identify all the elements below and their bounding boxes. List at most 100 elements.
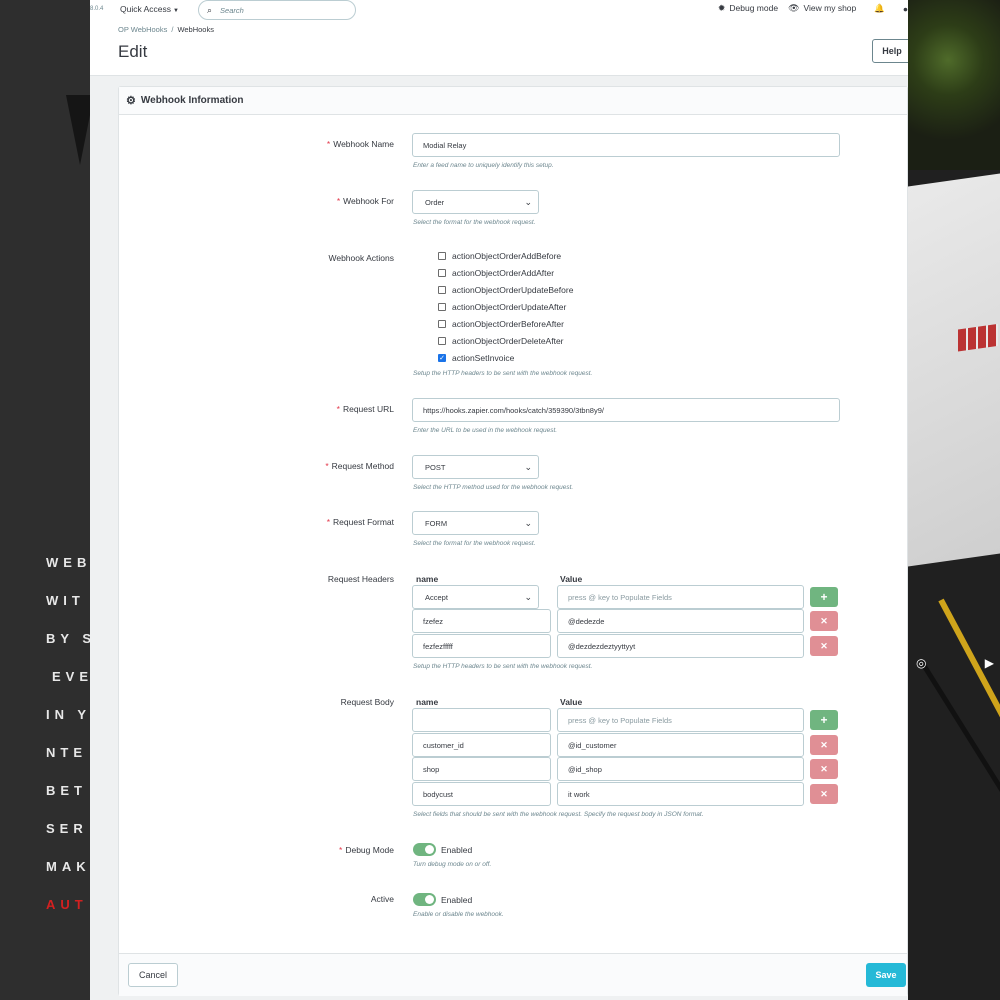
top-right-actions: ✹ Debug mode 👁 View my shop 🔔 ● [718,3,908,14]
debug-mode-link[interactable]: ✹ Debug mode [718,3,778,14]
background-word: BET [46,783,87,798]
webhook-actions-help: Setup the HTTP headers to be sent with t… [413,370,593,377]
request-method-label: * Request Method [325,461,394,471]
background-word: WEB [46,555,90,570]
webhook-action-checkbox[interactable]: actionObjectOrderAddBefore [438,251,561,261]
webhook-action-label: actionObjectOrderUpdateAfter [452,302,567,312]
body-value-column: Value [560,697,583,707]
checkbox-icon[interactable] [438,286,446,294]
instagram-icon: ◎ [916,656,927,670]
body-value-input[interactable]: it work [557,782,804,806]
request-method-help: Select the HTTP method used for the webh… [413,484,574,491]
request-url-help: Enter the URL to be used in the webhook … [413,427,558,434]
breadcrumb-item[interactable]: OP WebHooks [118,25,167,34]
view-shop-label: View my shop [803,3,857,13]
notifications-bell-icon[interactable]: 🔔 [874,3,885,14]
request-url-label: * Request URL [336,404,394,414]
header-name-input[interactable]: fzefez [412,609,551,633]
request-method-select[interactable]: POST ⌄ [412,455,539,479]
checkbox-icon[interactable] [438,252,446,260]
webhook-for-help: Select the format for the webhook reques… [413,219,536,226]
active-toggle[interactable] [413,893,436,906]
remove-header-button[interactable]: ✕ [810,636,838,656]
background-right-photo: ◎ ▶ [908,0,1000,1000]
background-word: NTE [46,745,87,760]
remove-body-field-button[interactable]: ✕ [810,784,838,804]
active-label: Active [370,894,394,904]
header-value-input[interactable]: @dezdezdeztyyttyyt [557,634,804,658]
paper-image [908,173,1000,567]
remove-header-button[interactable]: ✕ [810,611,838,631]
webhook-action-label: actionObjectOrderUpdateBefore [452,285,574,295]
debug-mode-help: Turn debug mode on or off. [413,861,492,868]
cogs-icon: ⚙ [126,95,136,107]
headers-name-column: name [416,574,439,584]
background-word: MAK [46,859,90,874]
body-name-input[interactable]: customer_id [412,733,551,757]
body-name-input[interactable]: shop [412,757,551,781]
search-icon: ⌕ [207,4,213,15]
headers-value-column: Value [560,574,583,584]
webhook-for-select[interactable]: Order ⌄ [412,190,539,214]
quick-access-dropdown[interactable]: Quick Access ▼ [120,4,179,14]
request-body-label: Request Body [340,697,394,707]
webhook-action-checkbox[interactable]: actionObjectOrderAddAfter [438,268,554,278]
form-footer: Cancel Save [119,953,907,996]
page-title: Edit [118,42,148,61]
cancel-button[interactable]: Cancel [128,963,178,987]
debug-mode-toggle[interactable] [413,843,436,856]
checkbox-icon[interactable] [438,320,446,328]
debug-mode-label: * Debug Mode [339,845,394,855]
request-format-select[interactable]: FORM ⌄ [412,511,539,535]
webhook-information-card: ⚙ Webhook Information * Webhook Name Modi… [118,86,908,996]
top-bar: 8.0.4 Quick Access ▼ ⌕ Search ✹ Debug mode… [90,0,908,20]
body-value-input[interactable]: @id_customer [557,733,804,757]
body-value-input[interactable]: @id_shop [557,757,804,781]
header-name-select[interactable]: Accept ⌄ [412,585,539,609]
body-name-column: name [416,697,439,707]
webhook-action-checkbox[interactable]: actionObjectOrderUpdateAfter [438,302,566,312]
webhook-action-checkbox[interactable]: actionObjectOrderDeleteAfter [438,336,564,346]
page-header: OP WebHooks / WebHooks Edit Help [90,20,908,76]
help-button[interactable]: Help [872,39,908,63]
view-shop-link[interactable]: 👁 View my shop [788,3,856,14]
remove-body-field-button[interactable]: ✕ [810,759,838,779]
chevron-down-icon: ⌄ [524,197,532,207]
admin-panel: 8.0.4 Quick Access ▼ ⌕ Search ✹ Debug mode… [90,0,908,1000]
checkbox-checked-icon[interactable]: ✓ [438,354,446,362]
webhook-name-help: Enter a feed name to uniquely identify t… [413,162,554,169]
webhook-for-label: * Webhook For [336,196,394,206]
search-input[interactable]: ⌕ Search [198,0,356,20]
request-url-input[interactable]: https://hooks.zapier.com/hooks/catch/359… [412,398,840,422]
header-value-input[interactable]: press @ key to Populate Fields [557,585,804,609]
body-name-input[interactable]: bodycust [412,782,551,806]
body-name-input[interactable] [412,708,551,732]
caret-down-icon: ▼ [173,8,179,14]
save-button[interactable]: Save [866,963,906,987]
remove-body-field-button[interactable]: ✕ [810,735,838,755]
background-word: BY S [46,631,90,646]
chevron-down-icon: ⌄ [524,462,532,472]
breadcrumb-current: WebHooks [177,25,214,34]
social-icons: ◎ ▶ [916,656,994,670]
checkbox-icon[interactable] [438,303,446,311]
header-value-input[interactable]: @dedezde [557,609,804,633]
chevron-down-icon: ⌄ [524,518,532,528]
webhook-action-label: actionSetInvoice [452,353,515,363]
body-value-input[interactable]: press @ key to Populate Fields [557,708,804,732]
webhook-name-input[interactable]: Modial Relay [412,133,840,157]
webhook-action-checkbox[interactable]: actionObjectOrderUpdateBefore [438,285,573,295]
search-placeholder: Search [220,5,244,15]
webhook-action-checkbox[interactable]: ✓ actionSetInvoice [438,353,514,363]
header-name-input[interactable]: fezfezfffff [412,634,551,658]
webhook-action-label: actionObjectOrderDeleteAfter [452,336,564,346]
breadcrumb: OP WebHooks / WebHooks [118,25,214,34]
account-icon[interactable]: ● [903,4,908,14]
checkbox-icon[interactable] [438,269,446,277]
card-header: ⚙ Webhook Information [119,87,907,115]
webhook-action-label: actionObjectOrderAddBefore [452,251,562,261]
add-body-field-button[interactable]: + [810,710,838,730]
checkbox-icon[interactable] [438,337,446,345]
add-header-button[interactable]: + [810,587,838,607]
webhook-action-checkbox[interactable]: actionObjectOrderBeforeAfter [438,319,564,329]
